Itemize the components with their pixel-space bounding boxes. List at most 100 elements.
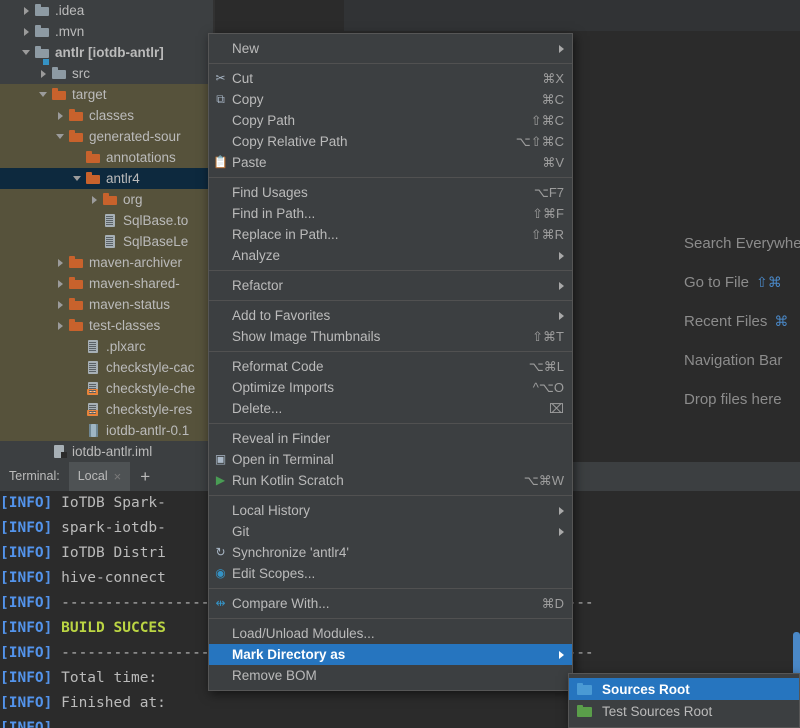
menu-item-label: Replace in Path... [232, 227, 513, 242]
menu-item-compare-with[interactable]: ⇹Compare With...⌘D [209, 593, 572, 614]
tree-node[interactable]: antlr [iotdb-antlr] [0, 42, 213, 63]
tree-node[interactable]: iotdb-antlr-0.1 [0, 420, 213, 441]
chevron-right-icon[interactable] [21, 5, 32, 16]
tree-node[interactable]: target [0, 84, 213, 105]
menu-item-label: New [232, 41, 545, 56]
chevron-right-icon[interactable] [55, 320, 66, 331]
tree-node[interactable]: classes [0, 105, 213, 126]
menu-item-show-image-thumbnails[interactable]: Show Image Thumbnails⇧⌘T [209, 326, 572, 347]
menu-item-refactor[interactable]: Refactor [209, 275, 572, 296]
menu-item-delete[interactable]: Delete...⌧ [209, 398, 572, 419]
menu-item-find-usages[interactable]: Find Usages⌥F7 [209, 182, 572, 203]
menu-item-shortcut: ⌘D [542, 596, 564, 612]
editor-hint-label: Go to File [684, 274, 749, 291]
chevron-down-icon[interactable] [72, 173, 83, 184]
copy-icon: ⧉ [209, 89, 232, 110]
tree-node[interactable]: .idea [0, 0, 213, 21]
mark-directory-as-submenu[interactable]: Sources RootTest Sources RootResources R… [568, 673, 800, 728]
tree-node-label: SqlBaseLe [123, 231, 188, 252]
menu-separator [209, 63, 572, 64]
menu-item-copy-path[interactable]: Copy Path⇧⌘C [209, 110, 572, 131]
terminal-info-tag: [INFO] [0, 545, 52, 561]
tree-node[interactable]: .mvn [0, 21, 213, 42]
tree-node[interactable]: SqlBase.to [0, 210, 213, 231]
menu-item-paste[interactable]: 📋Paste⌘V [209, 152, 572, 173]
menu-item-remove-bom[interactable]: Remove BOM [209, 665, 572, 686]
tree-node-label: antlr4 [106, 168, 140, 189]
tree-node[interactable]: antlr4 [0, 168, 213, 189]
menu-item-optimize-imports[interactable]: Optimize Imports^⌥O [209, 377, 572, 398]
submenu-item-test-sources-root[interactable]: Test Sources Root [569, 700, 799, 722]
chevron-right-icon[interactable] [55, 257, 66, 268]
chevron-right-icon[interactable] [55, 278, 66, 289]
folder-icon [69, 277, 84, 290]
tree-node[interactable]: org [0, 189, 213, 210]
menu-item-open-in-terminal[interactable]: ▣Open in Terminal [209, 449, 572, 470]
menu-item-find-in-path[interactable]: Find in Path...⇧⌘F [209, 203, 572, 224]
close-icon[interactable]: × [114, 462, 122, 491]
chevron-right-icon[interactable] [89, 194, 100, 205]
menu-item-local-history[interactable]: Local History [209, 500, 572, 521]
editor-hint-label: Search Everywhere [684, 235, 800, 252]
tree-node[interactable]: annotations [0, 147, 213, 168]
tree-node[interactable]: <>checkstyle-che [0, 378, 213, 399]
terminal-info-tag: [INFO] [0, 520, 52, 536]
tree-node[interactable]: test-classes [0, 315, 213, 336]
menu-item-replace-in-path[interactable]: Replace in Path...⇧⌘R [209, 224, 572, 245]
xml-badge-icon: <> [87, 389, 98, 395]
tree-node-label: org [123, 189, 143, 210]
menu-item-mark-directory-as[interactable]: Mark Directory as [209, 644, 572, 665]
chevron-right-icon[interactable] [55, 110, 66, 121]
menu-item-run-kotlin-scratch[interactable]: ▶Run Kotlin Scratch⌥⌘W [209, 470, 572, 491]
add-terminal-tab-button[interactable]: + [130, 462, 160, 491]
chevron-down-icon[interactable] [38, 89, 49, 100]
tree-node[interactable]: SqlBaseLe [0, 231, 213, 252]
menu-item-shortcut: ⇧⌘C [531, 113, 564, 129]
tree-node[interactable]: maven-archiver [0, 252, 213, 273]
chevron-right-icon[interactable] [38, 68, 49, 79]
tree-node[interactable]: checkstyle-cac [0, 357, 213, 378]
tree-node[interactable]: .plxarc [0, 336, 213, 357]
menu-separator [209, 588, 572, 589]
terminal-tab-local[interactable]: Local × [69, 462, 130, 491]
tree-node[interactable]: maven-status [0, 294, 213, 315]
context-menu[interactable]: New ✂Cut⌘X⧉Copy⌘CCopy Path⇧⌘CCopy Relativ… [208, 33, 573, 691]
menu-item-copy[interactable]: ⧉Copy⌘C [209, 89, 572, 110]
project-tool-window[interactable]: .idea.mvnantlr [iotdb-antlr]srctargetcla… [0, 0, 213, 462]
submenu-item-resources-root[interactable]: Resources Root [569, 722, 799, 728]
tree-node[interactable]: maven-shared- [0, 273, 213, 294]
tree-spacer [72, 362, 83, 373]
menu-item-copy-relative-path[interactable]: Copy Relative Path⌥⇧⌘C [209, 131, 572, 152]
submenu-arrow-icon [559, 282, 564, 290]
editor-hint-row: Recent Files⌘ [684, 302, 800, 341]
tree-node[interactable]: <>checkstyle-res [0, 399, 213, 420]
submenu-arrow-icon [559, 528, 564, 536]
menu-item-reformat-code[interactable]: Reformat Code⌥⌘L [209, 356, 572, 377]
tree-node[interactable]: iotdb-antlr.iml [0, 441, 213, 462]
menu-item-cut[interactable]: ✂Cut⌘X [209, 68, 572, 89]
menu-item-load-unload-modules[interactable]: Load/Unload Modules... [209, 623, 572, 644]
chevron-right-icon[interactable] [21, 26, 32, 37]
terminal-icon: ▣ [209, 449, 232, 470]
submenu-item-sources-root[interactable]: Sources Root [569, 678, 799, 700]
chevron-right-icon[interactable] [55, 299, 66, 310]
menu-item-shortcut: ⌘V [542, 155, 564, 171]
folder-icon [577, 683, 594, 695]
menu-item-add-to-favorites[interactable]: Add to Favorites [209, 305, 572, 326]
menu-item-icon-slot [209, 224, 232, 245]
menu-item-new[interactable]: New [209, 38, 572, 59]
menu-item-git[interactable]: Git [209, 521, 572, 542]
submenu-arrow-icon [559, 45, 564, 53]
tree-node[interactable]: src [0, 63, 213, 84]
menu-item-edit-scopes[interactable]: ◉Edit Scopes... [209, 563, 572, 584]
menu-item-reveal-in-finder[interactable]: Reveal in Finder [209, 428, 572, 449]
menu-item-label: Analyze [232, 248, 545, 263]
menu-item-shortcut: ⌥⌘W [524, 473, 564, 489]
terminal-line-text: ------------ [52, 645, 166, 661]
menu-item-analyze[interactable]: Analyze [209, 245, 572, 266]
chevron-down-icon[interactable] [21, 47, 32, 58]
chevron-down-icon[interactable] [55, 131, 66, 142]
menu-item-synchronize-antlr4[interactable]: ↻Synchronize 'antlr4' [209, 542, 572, 563]
menu-item-icon-slot [209, 398, 232, 419]
tree-node[interactable]: generated-sour [0, 126, 213, 147]
